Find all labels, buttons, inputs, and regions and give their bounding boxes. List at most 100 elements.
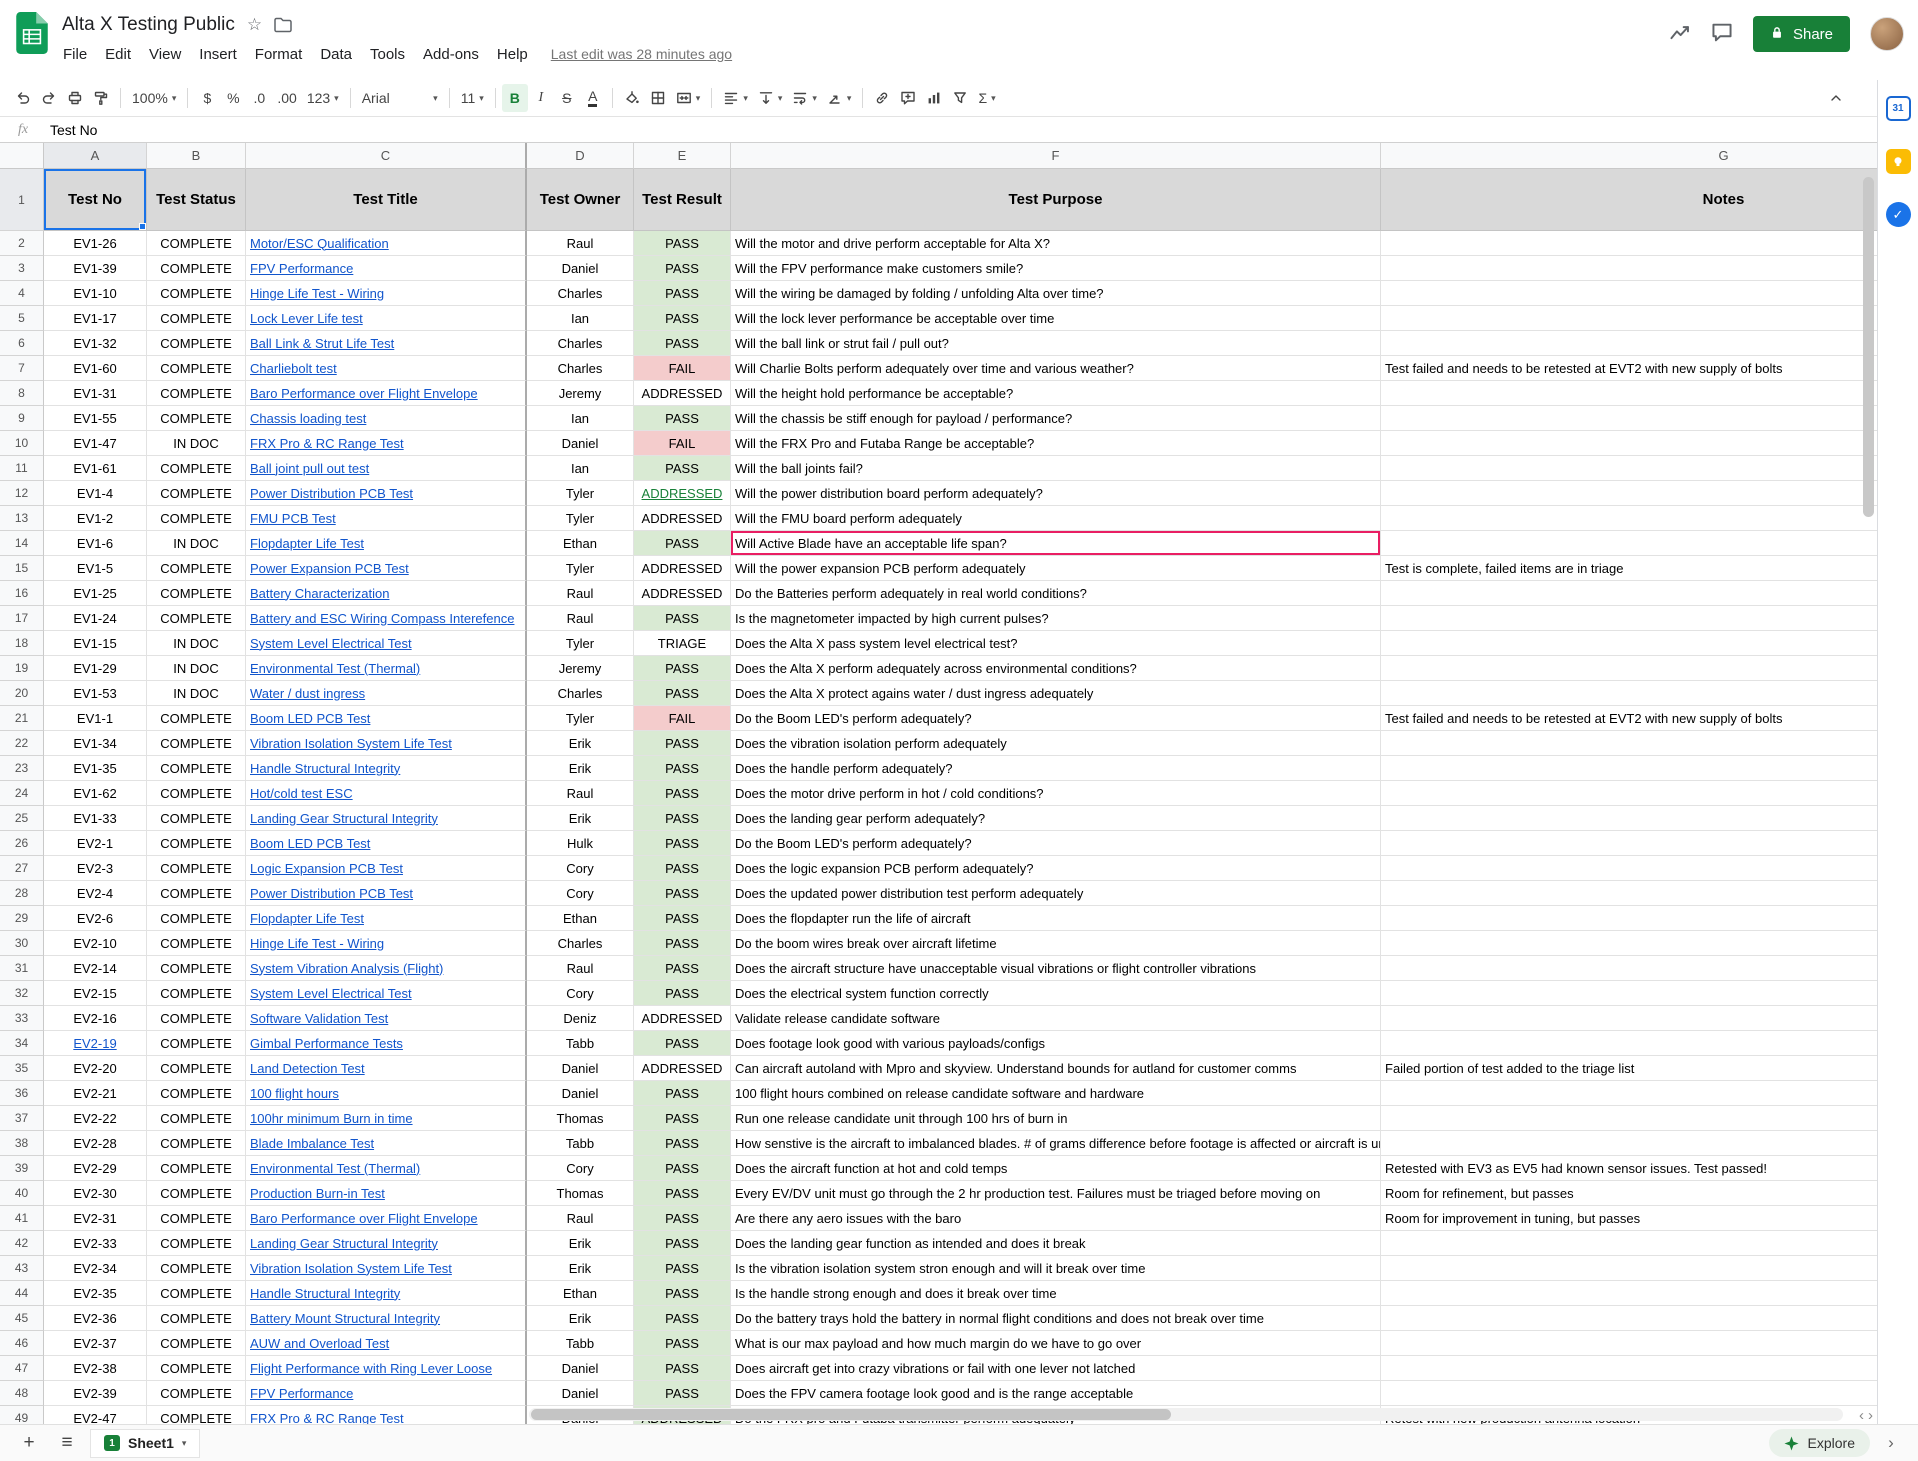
cell-A27[interactable]: EV2-3 [44,856,147,881]
cell-B25[interactable]: COMPLETE [147,806,246,831]
cell-B17[interactable]: COMPLETE [147,606,246,631]
cell-G36[interactable] [1381,1081,1877,1106]
cell-E30[interactable]: PASS [634,931,731,956]
cell-D9[interactable]: Ian [527,406,634,431]
cell-C46[interactable]: AUW and Overload Test [246,1331,527,1356]
cell-E35[interactable]: ADDRESSED [634,1056,731,1081]
cell-E16[interactable]: ADDRESSED [634,581,731,606]
cell-E8[interactable]: ADDRESSED [634,381,731,406]
cell-F38[interactable]: How senstive is the aircraft to imbalanc… [731,1131,1381,1156]
cell-B46[interactable]: COMPLETE [147,1331,246,1356]
column-header-D[interactable]: D [527,143,634,169]
cell-C34[interactable]: Gimbal Performance Tests [246,1031,527,1056]
cell-D31[interactable]: Raul [527,956,634,981]
cell-C41[interactable]: Baro Performance over Flight Envelope [246,1206,527,1231]
cell-F40[interactable]: Every EV/DV unit must go through the 2 h… [731,1181,1381,1206]
cell-B35[interactable]: COMPLETE [147,1056,246,1081]
cell-B13[interactable]: COMPLETE [147,506,246,531]
cell-E42[interactable]: PASS [634,1231,731,1256]
cell-C38[interactable]: Blade Imbalance Test [246,1131,527,1156]
cell-C42[interactable]: Landing Gear Structural Integrity [246,1231,527,1256]
horizontal-scrollbar-thumb[interactable] [531,1409,1171,1420]
cell-D24[interactable]: Raul [527,781,634,806]
cell-B27[interactable]: COMPLETE [147,856,246,881]
cell-C2[interactable]: Motor/ESC Qualification [246,231,527,256]
cell-D27[interactable]: Cory [527,856,634,881]
cell-B15[interactable]: COMPLETE [147,556,246,581]
row-header-27[interactable]: 27 [0,856,44,881]
cell-F27[interactable]: Does the logic expansion PCB perform ade… [731,856,1381,881]
cell-F37[interactable]: Run one release candidate unit through 1… [731,1106,1381,1131]
row-header-31[interactable]: 31 [0,956,44,981]
row-header-30[interactable]: 30 [0,931,44,956]
row-header-15[interactable]: 15 [0,556,44,581]
cell-G24[interactable] [1381,781,1877,806]
column-header-B[interactable]: B [147,143,246,169]
row-header-9[interactable]: 9 [0,406,44,431]
cell-F23[interactable]: Does the handle perform adequately? [731,756,1381,781]
cell-C12[interactable]: Power Distribution PCB Test [246,481,527,506]
cell-A12[interactable]: EV1-4 [44,481,147,506]
cell-G33[interactable] [1381,1006,1877,1031]
cell-D25[interactable]: Erik [527,806,634,831]
cell-C35[interactable]: Land Detection Test [246,1056,527,1081]
cell-E14[interactable]: PASS [634,531,731,556]
column-header-C[interactable]: C [246,143,527,169]
cell-B9[interactable]: COMPLETE [147,406,246,431]
cell-E10[interactable]: FAIL [634,431,731,456]
cell-B26[interactable]: COMPLETE [147,831,246,856]
cell-F42[interactable]: Does the landing gear function as intend… [731,1231,1381,1256]
row-header-25[interactable]: 25 [0,806,44,831]
cell-D10[interactable]: Daniel [527,431,634,456]
cell-D45[interactable]: Erik [527,1306,634,1331]
cell-D33[interactable]: Deniz [527,1006,634,1031]
cell-B11[interactable]: COMPLETE [147,456,246,481]
cell-A6[interactable]: EV1-32 [44,331,147,356]
cell-C9[interactable]: Chassis loading test [246,406,527,431]
cell-E2[interactable]: PASS [634,231,731,256]
menu-tools[interactable]: Tools [361,43,414,66]
cell-E4[interactable]: PASS [634,281,731,306]
cell-F47[interactable]: Does aircraft get into crazy vibrations … [731,1356,1381,1381]
paint-format-button[interactable] [88,84,114,112]
cell-C23[interactable]: Handle Structural Integrity [246,756,527,781]
vertical-align-button[interactable]: ▾ [753,84,788,112]
cell-B16[interactable]: COMPLETE [147,581,246,606]
undo-button[interactable] [10,84,36,112]
cell-A22[interactable]: EV1-34 [44,731,147,756]
insert-link-button[interactable] [869,84,895,112]
row-header-45[interactable]: 45 [0,1306,44,1331]
cell-E38[interactable]: PASS [634,1131,731,1156]
cell-B49[interactable]: COMPLETE [147,1406,246,1424]
cell-D47[interactable]: Daniel [527,1356,634,1381]
cell-E11[interactable]: PASS [634,456,731,481]
cell-A25[interactable]: EV1-33 [44,806,147,831]
cell-A17[interactable]: EV1-24 [44,606,147,631]
cell-E27[interactable]: PASS [634,856,731,881]
cell-A26[interactable]: EV2-1 [44,831,147,856]
cell-B23[interactable]: COMPLETE [147,756,246,781]
vertical-scrollbar-thumb[interactable] [1863,177,1874,517]
cell-B2[interactable]: COMPLETE [147,231,246,256]
cell-F10[interactable]: Will the FRX Pro and Futaba Range be acc… [731,431,1381,456]
cell-C39[interactable]: Environmental Test (Thermal) [246,1156,527,1181]
text-rotation-button[interactable]: ▾ [822,84,857,112]
decrease-decimals-button[interactable]: .0 [246,84,272,112]
cell-A36[interactable]: EV2-21 [44,1081,147,1106]
cell-D18[interactable]: Tyler [527,631,634,656]
cell-G26[interactable] [1381,831,1877,856]
row-header-46[interactable]: 46 [0,1331,44,1356]
cell-G28[interactable] [1381,881,1877,906]
italic-button[interactable]: I [528,84,554,112]
cell-D5[interactable]: Ian [527,306,634,331]
cell-A40[interactable]: EV2-30 [44,1181,147,1206]
cell-G35[interactable]: Failed portion of test added to the tria… [1381,1056,1877,1081]
cell-B18[interactable]: IN DOC [147,631,246,656]
cell-A3[interactable]: EV1-39 [44,256,147,281]
menu-format[interactable]: Format [246,43,312,66]
cell-C6[interactable]: Ball Link & Strut Life Test [246,331,527,356]
font-family-select[interactable]: Arial ▾ [357,84,443,112]
cell-F2[interactable]: Will the motor and drive perform accepta… [731,231,1381,256]
cell-C11[interactable]: Ball joint pull out test [246,456,527,481]
cell-G20[interactable] [1381,681,1877,706]
